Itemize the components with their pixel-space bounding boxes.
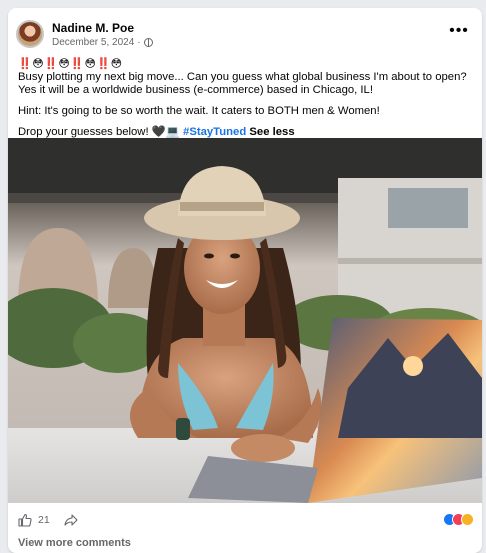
post-photo[interactable] bbox=[8, 138, 482, 503]
post-date-row: December 5, 2024 · bbox=[52, 37, 153, 48]
thumbs-up-icon[interactable] bbox=[18, 513, 32, 527]
post-header: Nadine M. Poe December 5, 2024 · ••• bbox=[16, 16, 474, 52]
view-more-comments-link[interactable]: View more comments bbox=[18, 537, 131, 549]
share-arrow-icon[interactable] bbox=[64, 513, 78, 527]
post-cta: Drop your guesses below! 🖤💻 bbox=[18, 126, 180, 138]
post-card: Nadine M. Poe December 5, 2024 · ••• ‼️😳… bbox=[8, 8, 482, 553]
more-options-button[interactable]: ••• bbox=[448, 23, 470, 42]
see-less-link[interactable]: See less bbox=[249, 126, 294, 138]
date-separator: · bbox=[137, 36, 141, 48]
author-name[interactable]: Nadine M. Poe bbox=[52, 21, 153, 35]
reactions-summary[interactable] bbox=[443, 513, 474, 526]
post-body: Busy plotting my next big move... Can yo… bbox=[18, 71, 467, 96]
post-date[interactable]: December 5, 2024 bbox=[52, 37, 134, 48]
post-emoji-line: ‼️😳‼️😳‼️😳‼️😳 bbox=[18, 58, 123, 70]
post-hint: Hint: It's going to be so worth the wait… bbox=[18, 105, 380, 117]
hashtag-link[interactable]: #StayTuned bbox=[183, 126, 246, 138]
globe-icon bbox=[143, 37, 153, 47]
like-count[interactable]: 21 bbox=[38, 514, 50, 526]
post-actions: 21 bbox=[18, 511, 474, 529]
author-avatar[interactable] bbox=[16, 20, 44, 48]
care-reaction-icon bbox=[461, 513, 474, 526]
post-meta: Nadine M. Poe December 5, 2024 · bbox=[52, 21, 153, 48]
post-text: ‼️😳‼️😳‼️😳‼️😳 Busy plotting my next big m… bbox=[18, 58, 474, 139]
